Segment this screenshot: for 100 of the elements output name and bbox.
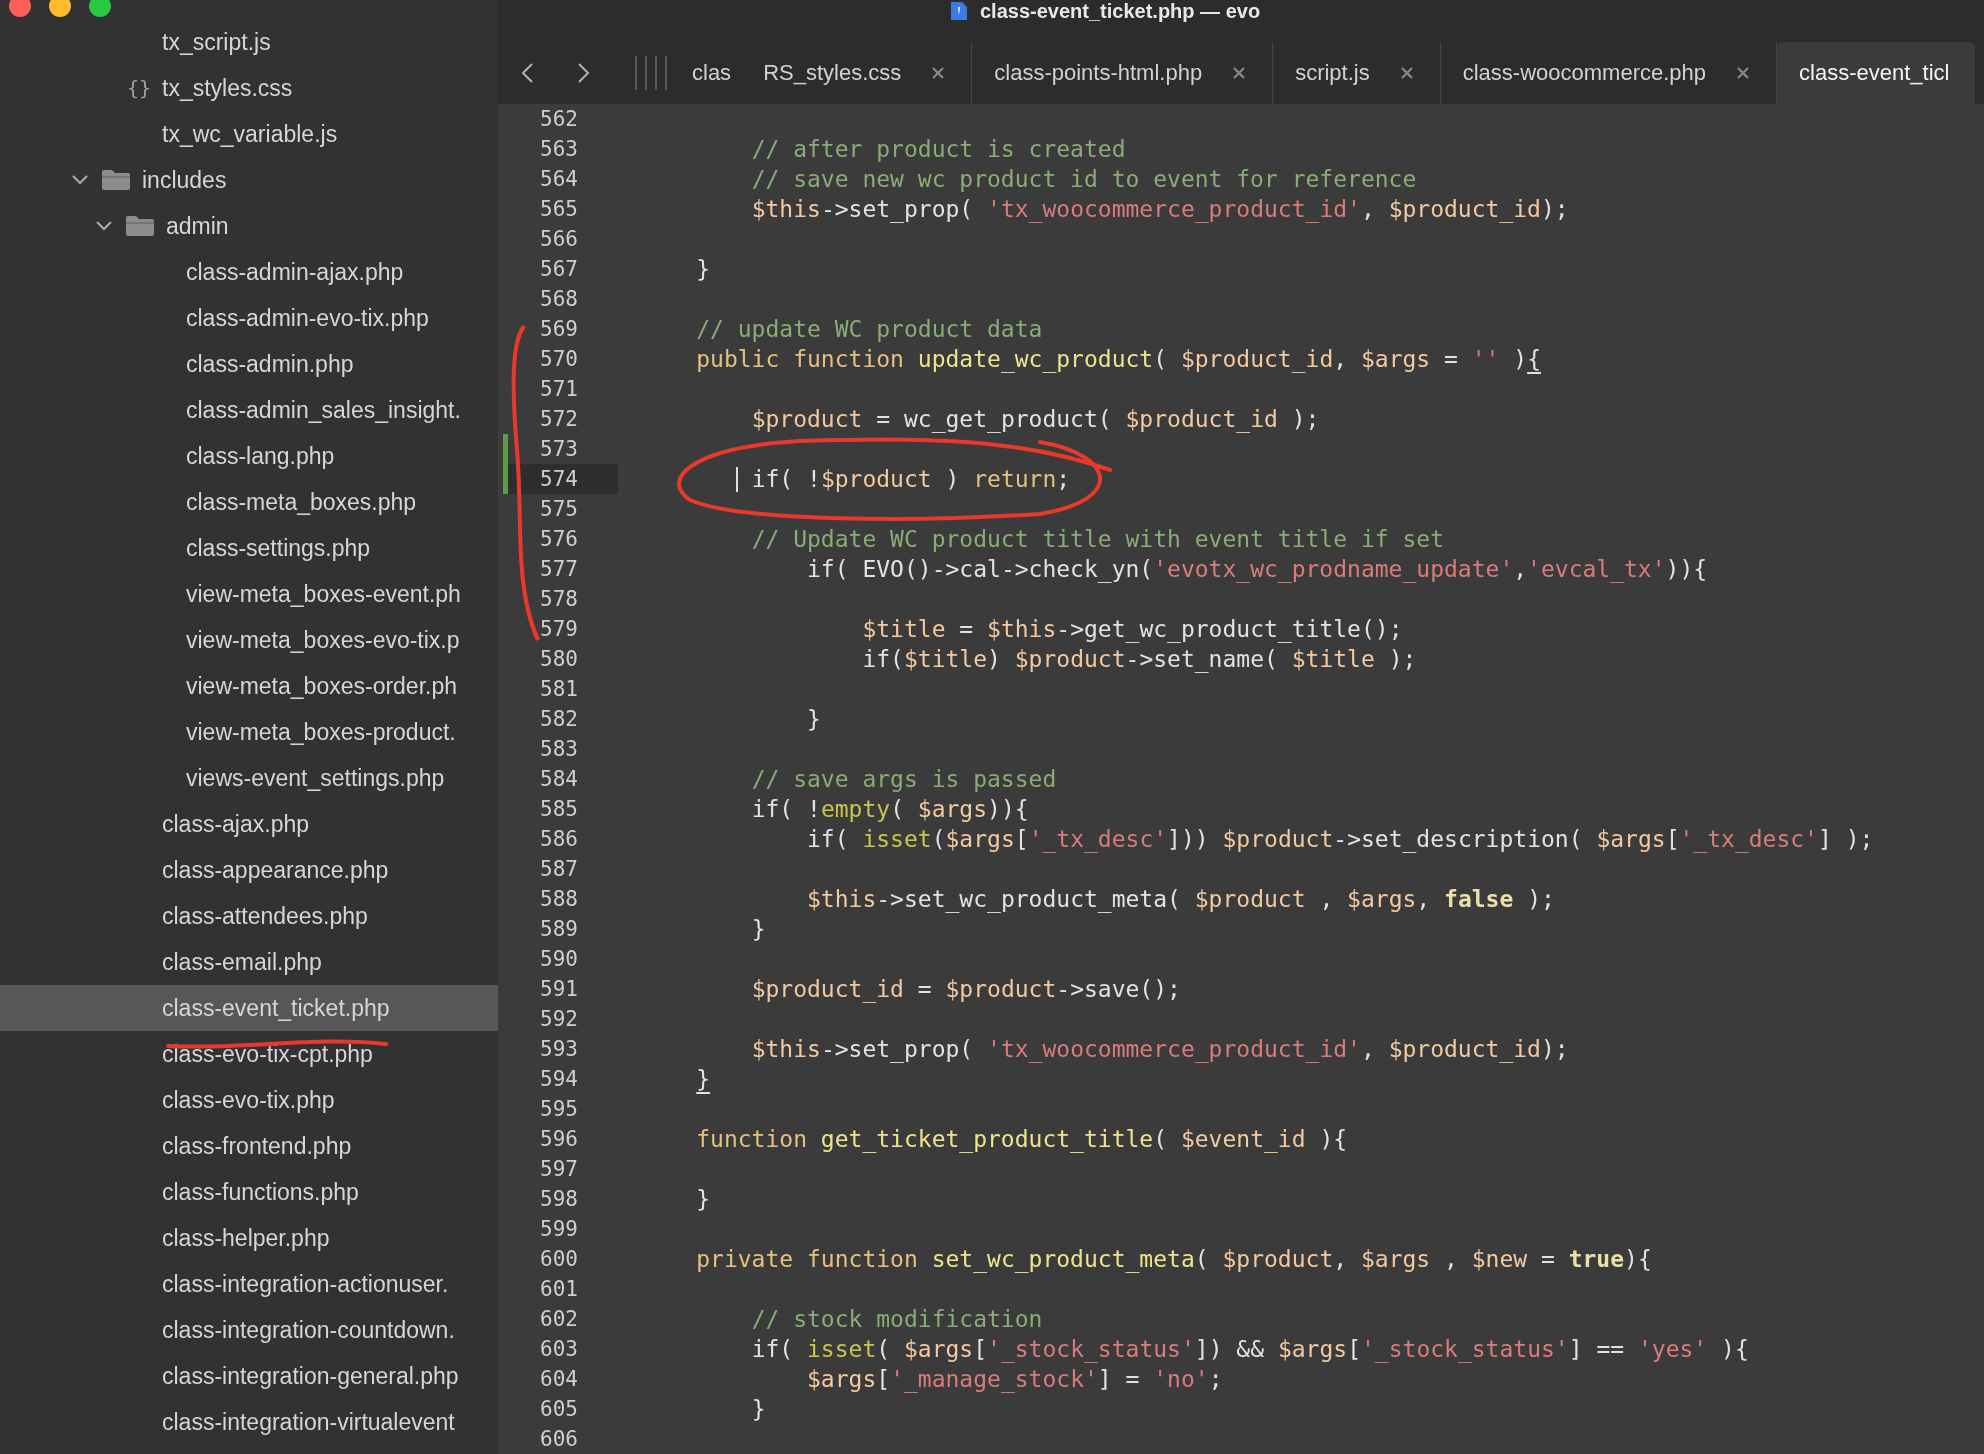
code-line: // save new wc product id to event for reference [751,165,1417,194]
line-number: 594 [539,1066,579,1093]
code-line: if( isset($args['_tx_desc'])) $product->set_description( $args['_tx_desc'] ); [807,825,1874,854]
document-icon [950,1,968,21]
file-row[interactable]: class-helper.php [0,1215,498,1261]
file-row[interactable]: class-functions.php [0,1169,498,1215]
close-button[interactable] [9,0,31,17]
code-line: $this->set_prop( 'tx_woocommerce_product_id', $product_id); [751,1035,1569,1064]
folder-icon [101,169,131,191]
close-icon[interactable] [931,66,946,80]
line-number: 578 [539,586,579,613]
code-line: $this->set_wc_product_meta( $product , $args, false ); [807,885,1555,914]
file-row[interactable]: class-integration-countdown. [0,1307,498,1353]
zoom-button[interactable] [89,0,111,17]
line-number: 568 [539,286,579,313]
line-number: 600 [539,1246,579,1273]
code-line: } [807,705,821,734]
code-line: public function update_wc_product( $product_id, $args = '' ){ [696,345,1541,374]
line-number: 604 [539,1366,579,1393]
line-number: 574 [508,464,618,494]
close-icon[interactable] [1399,66,1414,80]
line-number: 575 [539,496,579,523]
code-line: $product = wc_get_product( $product_id ); [751,405,1320,434]
line-number: 599 [539,1216,579,1243]
file-row[interactable]: class-admin-ajax.php [0,249,498,295]
line-number: 597 [539,1156,579,1183]
file-row[interactable]: class-integration-actionuser. [0,1261,498,1307]
folder-row[interactable]: admin [0,203,498,249]
line-number: 562 [539,106,579,133]
file-row[interactable]: class-integration-general.php [0,1353,498,1399]
line-number: 580 [539,646,579,673]
line-number: 581 [539,676,579,703]
line-number: 586 [539,826,579,853]
file-row[interactable]: tx_wc_variable.js [0,111,498,157]
line-number: 606 [539,1426,579,1453]
back-icon[interactable] [520,62,534,84]
line-number: 565 [539,196,579,223]
code-line: $product_id = $product->save(); [751,975,1181,1004]
file-row[interactable]: view-meta_boxes-evo-tix.p [0,617,498,663]
line-number: 584 [539,766,579,793]
line-number: 587 [539,856,579,883]
line-number: 564 [539,166,579,193]
code-line: } [696,1185,711,1214]
file-row[interactable]: class-email.php [0,939,498,985]
file-row[interactable]: view-meta_boxes-event.ph [0,571,498,617]
code-line: // stock modification [751,1305,1043,1334]
line-number: 598 [539,1186,579,1213]
file-row[interactable]: class-admin-evo-tix.php [0,295,498,341]
folder-icon [125,215,155,237]
code-line: } [696,1065,711,1094]
folder-row[interactable]: includes [0,157,498,203]
line-number: 582 [539,706,579,733]
file-row[interactable]: class-ajax.php [0,801,498,847]
line-number: 570 [539,346,579,373]
editor-tab[interactable]: class-event_ticl [1777,42,1976,104]
chevron-icon [71,174,89,186]
line-number: 573 [539,436,579,463]
line-number: 595 [539,1096,579,1123]
line-number: 590 [539,946,579,973]
close-icon[interactable] [1232,66,1247,80]
file-row[interactable]: views-event_settings.php [0,755,498,801]
line-number: 593 [539,1036,579,1063]
editor-tab[interactable]: clas [680,42,742,104]
code-line: $this->set_prop( 'tx_woocommerce_product_id', $product_id); [751,195,1569,224]
file-row[interactable]: tx_script.js [0,19,498,65]
line-number: 588 [539,886,579,913]
close-icon[interactable] [1736,66,1751,80]
file-row[interactable]: class-admin.php [0,341,498,387]
file-row[interactable]: class-frontend.php [0,1123,498,1169]
file-row[interactable]: class-lang.php [0,433,498,479]
code-line: function get_ticket_product_title( $event_id ){ [696,1125,1348,1154]
file-row[interactable]: view-meta_boxes-product. [0,709,498,755]
file-row[interactable]: class-attendees.php [0,893,498,939]
line-number: 572 [539,406,579,433]
file-row[interactable]: class-settings.php [0,525,498,571]
code-line: } [696,255,711,284]
line-number: 567 [539,256,579,283]
code-line: if($title) $product->set_name( $title ); [862,645,1417,674]
forward-icon[interactable] [577,62,591,84]
code-line: } [751,915,766,944]
file-row[interactable]: view-meta_boxes-order.ph [0,663,498,709]
file-row[interactable]: class-evo-tix.php [0,1077,498,1123]
file-row[interactable]: class-event_ticket.php [0,985,498,1031]
text-cursor [735,467,738,492]
code-line: // after product is created [751,135,1126,164]
line-number: 603 [539,1336,579,1363]
file-row[interactable]: class-appearance.php [0,847,498,893]
line-number: 596 [539,1126,579,1153]
code-line: // update WC product data [696,315,1043,344]
file-row[interactable]: {} tx_styles.css [0,65,498,111]
line-number: 583 [539,736,579,763]
line-number: 563 [539,136,579,163]
file-row[interactable]: class-evo-tix-cpt.php [0,1031,498,1077]
line-number: 579 [539,616,579,643]
line-number: 577 [539,556,579,583]
minimize-button[interactable] [49,0,71,17]
code-line: } [751,1395,766,1424]
file-row[interactable]: class-integration-virtualevent [0,1399,498,1445]
file-row[interactable]: class-admin_sales_insight. [0,387,498,433]
file-row[interactable]: class-meta_boxes.php [0,479,498,525]
